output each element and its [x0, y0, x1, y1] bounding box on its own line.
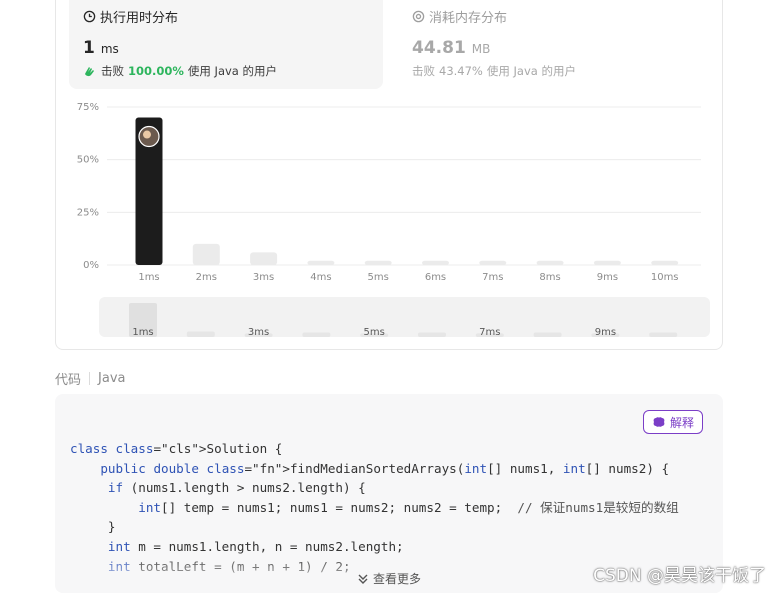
- x-tick-label: 4ms: [310, 272, 331, 283]
- x-tick-label: 10ms: [651, 272, 679, 283]
- runtime-distribution-chart: 0% 25% 50% 75% 1ms 2ms 3ms 4ms 5ms 6ms 7ms 8ms 9ms 10…: [77, 102, 710, 338]
- y-tick-label: 0%: [83, 260, 99, 271]
- minimap-bar: [418, 332, 446, 337]
- bar: [307, 260, 335, 265]
- minimap-label: 5ms: [364, 327, 385, 338]
- y-tick-label: 50%: [77, 155, 99, 166]
- bar: [192, 243, 220, 265]
- bar: [479, 260, 507, 265]
- minimap-label: 3ms: [248, 327, 269, 338]
- memory-chip-icon: [412, 10, 425, 23]
- y-tick-label: 25%: [77, 207, 99, 218]
- bar: [250, 252, 278, 265]
- clap-hands-icon: [85, 67, 94, 77]
- bar: [364, 260, 392, 265]
- code-line: public double class="fn">findMedianSorte…: [100, 460, 670, 476]
- runtime-card[interactable]: 执行用时分布 1 ms 击败 100.00% 使用 Java 的用户: [69, 0, 383, 89]
- user-avatar-marker: [143, 130, 151, 139]
- x-tick-label: 7ms: [482, 272, 503, 283]
- minimap-label: 7ms: [479, 327, 500, 338]
- memory-beat: 击败 43.47% 使用 Java 的用户: [412, 64, 576, 78]
- clock-icon: [83, 10, 96, 23]
- minimap-bar: [186, 331, 215, 337]
- runtime-value: 1 ms: [83, 38, 119, 58]
- watermark: CSDN @昊昊该干饭了: [593, 566, 766, 586]
- minimap-bar: [649, 332, 678, 337]
- x-tick-label: 8ms: [539, 272, 560, 283]
- code-line: class class="cls">Solution {: [70, 441, 283, 456]
- minimap-bar: [302, 332, 331, 337]
- minimap-label: 9ms: [595, 327, 616, 338]
- minimap-label: 1ms: [132, 327, 153, 338]
- memory-card[interactable]: 消耗内存分布 44.81 MB 击败 43.47% 使用 Java 的用户: [398, 0, 712, 89]
- memory-value: 44.81 MB: [412, 38, 491, 58]
- bar: [651, 260, 679, 265]
- y-tick-label: 75%: [77, 102, 99, 113]
- explain-button[interactable]: 解释: [642, 410, 703, 434]
- range-selector: [99, 297, 710, 337]
- x-tick-label: 9ms: [597, 272, 618, 283]
- bar: [422, 260, 449, 265]
- runtime-beat: 击败 100.00% 使用 Java 的用户: [83, 63, 277, 79]
- x-tick-label: 5ms: [368, 272, 389, 283]
- minimap-bar: [533, 332, 562, 337]
- runtime-title: 执行用时分布: [83, 7, 178, 26]
- brain-icon: [653, 417, 665, 427]
- memory-title: 消耗内存分布: [412, 7, 507, 26]
- x-tick-label: 6ms: [425, 272, 446, 283]
- double-chevron-down-icon: [358, 574, 368, 584]
- x-tick-label: 2ms: [196, 272, 217, 283]
- bar: [593, 260, 621, 265]
- divider: [89, 372, 91, 385]
- code-line: int[] temp = nums1; nums1 = nums2; nums2…: [138, 499, 679, 515]
- code-line: }: [70, 519, 116, 535]
- bar: [536, 260, 564, 265]
- code-line: if (nums1.length > nums2.length) {: [107, 480, 366, 496]
- x-tick-label: 3ms: [253, 272, 274, 283]
- code-label: 代码 Java: [55, 371, 126, 388]
- x-tick-label: 1ms: [138, 272, 159, 283]
